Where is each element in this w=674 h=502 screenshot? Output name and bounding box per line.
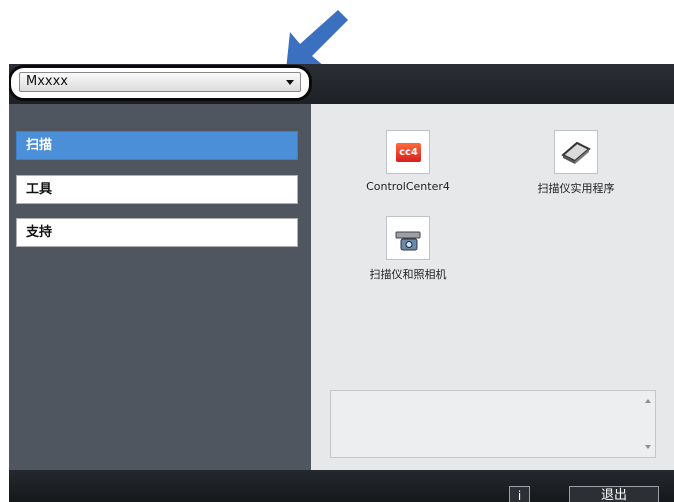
controlcenter4-icon: cc4 bbox=[386, 130, 430, 174]
tile-label: 扫描仪和照相机 bbox=[369, 268, 447, 281]
bottom-bar: i 退出 bbox=[9, 470, 674, 502]
sidebar-item-scan[interactable]: 扫描 bbox=[16, 131, 298, 160]
pointer-arrow-icon bbox=[286, 10, 348, 70]
camera-scanner-icon bbox=[386, 216, 430, 260]
info-button[interactable]: i bbox=[509, 486, 530, 502]
chevron-down-icon bbox=[286, 80, 294, 85]
exit-button[interactable]: 退出 bbox=[569, 486, 659, 502]
top-bar: Mxxxx bbox=[9, 64, 674, 104]
main-content: cc4 ControlCenter4 扫描仪实用程序 扫描仪和照相机 bbox=[311, 104, 674, 470]
app-window: Mxxxx 扫描 工具 支持 cc4 ControlCenter4 扫描仪实用程… bbox=[9, 64, 674, 502]
scanner-icon bbox=[554, 130, 598, 174]
model-dropdown[interactable]: Mxxxx bbox=[19, 72, 301, 92]
sidebar-item-label: 扫描 bbox=[26, 138, 53, 153]
sidebar-item-label: 支持 bbox=[26, 225, 53, 240]
tile-controlcenter4[interactable]: cc4 ControlCenter4 bbox=[353, 130, 463, 193]
scroll-up-icon[interactable] bbox=[645, 399, 651, 403]
description-box bbox=[330, 390, 656, 458]
scroll-down-icon[interactable] bbox=[645, 445, 651, 449]
tile-scanner-camera[interactable]: 扫描仪和照相机 bbox=[353, 216, 463, 282]
tile-scanner-utility[interactable]: 扫描仪实用程序 bbox=[516, 130, 636, 196]
sidebar-item-tools[interactable]: 工具 bbox=[16, 175, 298, 204]
sidebar-item-label: 工具 bbox=[26, 182, 53, 197]
sidebar: 扫描 工具 支持 bbox=[9, 104, 311, 470]
sidebar-item-support[interactable]: 支持 bbox=[16, 218, 298, 247]
tile-label: 扫描仪实用程序 bbox=[537, 182, 615, 195]
tile-label: ControlCenter4 bbox=[366, 180, 450, 193]
model-dropdown-value: Mxxxx bbox=[26, 74, 68, 89]
